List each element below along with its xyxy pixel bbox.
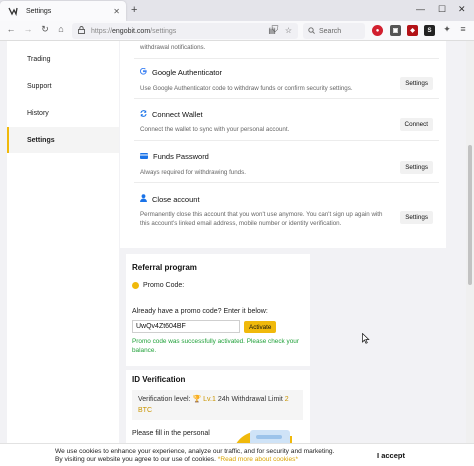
minimize-icon[interactable]: — — [416, 4, 425, 14]
promo-code-label: Promo Code: — [132, 282, 184, 289]
security-row-funds-password: Funds Password Always required for withd… — [134, 141, 439, 183]
lock-icon — [78, 26, 85, 36]
promo-code-input[interactable]: UwQv4Zt604BF — [132, 320, 240, 333]
sidebar-item-history[interactable]: History — [7, 100, 119, 126]
forward-icon[interactable]: → — [21, 24, 35, 34]
trophy-icon: 🏆 — [192, 396, 202, 403]
user-icon — [140, 194, 147, 204]
refresh-icon — [140, 110, 147, 119]
verification-level-box: Verification level: 🏆 Lv.1 24h Withdrawa… — [132, 390, 303, 420]
security-row-desc: Always required for withdrawing funds. — [140, 169, 246, 176]
connect-wallet-button[interactable]: Connect — [399, 118, 433, 131]
mouse-cursor-icon — [362, 333, 370, 344]
scroll-thumb[interactable] — [468, 145, 472, 285]
sidebar-item-label: Support — [27, 82, 52, 90]
referral-title: Referral program — [132, 263, 197, 272]
window-close-icon[interactable]: ✕ — [458, 4, 466, 15]
security-row-connect-wallet: Connect Wallet Connect the wallet to syn… — [134, 99, 439, 141]
adblock-extension-icon[interactable]: ● — [372, 25, 383, 36]
cookie-read-more-link[interactable]: *Read more about cookies* — [218, 456, 298, 463]
sidebar-item-label: History — [27, 109, 49, 117]
extension-icon[interactable]: ▣ — [390, 25, 401, 36]
url-bar[interactable]: https://engobit.com/settings ▤ ☆ — [72, 23, 298, 39]
security-row-title: Connect Wallet — [140, 110, 203, 119]
promo-success-message: Promo code was successfully activated. P… — [132, 338, 299, 354]
security-row-desc: Connect the wallet to sync with your per… — [140, 126, 290, 133]
sidebar-item-trading[interactable]: Trading — [7, 46, 119, 72]
google-icon — [139, 67, 147, 77]
url-text: https://engobit.com/settings — [91, 27, 177, 35]
security-settings-panel: withdrawal notifications. Google Authent… — [120, 41, 446, 248]
card-icon — [140, 152, 148, 161]
shield-icon[interactable]: ⛉ — [268, 24, 282, 35]
extensions-puzzle-icon[interactable]: ✦ — [440, 24, 454, 35]
security-row-title: Google Authenticator — [139, 67, 222, 77]
cookie-banner: We use cookies to enhance your experienc… — [0, 443, 474, 466]
site-favicon-icon — [8, 6, 18, 16]
maximize-icon[interactable]: ☐ — [438, 4, 446, 15]
sidebar-item-label: Trading — [27, 55, 51, 63]
coin-icon — [132, 282, 139, 289]
sidebar: Trading Support History Settings — [7, 41, 119, 466]
back-icon[interactable]: ← — [4, 24, 18, 34]
home-icon[interactable]: ⌂ — [54, 24, 68, 34]
close-account-settings-button[interactable]: Settings — [400, 211, 433, 224]
tab-title: Settings — [26, 7, 52, 15]
page-scrollbar[interactable] — [466, 41, 474, 466]
security-row-title: Close account — [140, 194, 200, 204]
search-bar[interactable]: Search — [303, 23, 365, 39]
cookie-text: We use cookies to enhance your experienc… — [55, 448, 335, 463]
bookmark-star-icon[interactable]: ☆ — [285, 26, 292, 35]
s-extension-icon[interactable]: S — [424, 25, 435, 36]
activate-button[interactable]: Activate — [244, 321, 277, 333]
page-content: Trading Support History Settings withdra… — [0, 41, 474, 466]
browser-tabbar: Settings ✕ + — ☐ ✕ — [0, 0, 474, 21]
referral-program-card: Referral program Promo Code: Already hav… — [126, 254, 310, 366]
menu-icon[interactable]: ≡ — [456, 24, 470, 34]
security-row-desc: withdrawal notifications. — [140, 44, 206, 51]
browser-toolbar: ← → ↻ ⌂ https://engobit.com/settings ▤ ☆… — [0, 21, 474, 41]
id-verification-title: ID Verification — [132, 375, 186, 384]
security-row-title: Funds Password — [140, 152, 209, 161]
sidebar-item-label: Settings — [27, 136, 55, 144]
google-authenticator-settings-button[interactable]: Settings — [400, 77, 433, 90]
id-fill-text: Please fill in the personal — [132, 430, 210, 437]
browser-tab[interactable]: Settings ✕ — [0, 1, 126, 21]
sidebar-item-support[interactable]: Support — [7, 73, 119, 99]
security-row-google-authenticator: Google Authenticator Use Google Authenti… — [134, 59, 439, 99]
sidebar-item-settings[interactable]: Settings — [7, 127, 119, 153]
promo-question: Already have a promo code? Enter it belo… — [132, 308, 268, 315]
accept-cookies-button[interactable]: I accept — [370, 447, 412, 463]
new-tab-icon[interactable]: + — [131, 4, 137, 16]
security-row-close-account: Close account Permanently close this acc… — [134, 183, 439, 249]
search-icon — [308, 26, 315, 36]
search-placeholder: Search — [319, 27, 342, 35]
verification-level: Lv.1 — [203, 396, 216, 403]
security-row-desc: Permanently close this account that you … — [140, 211, 383, 227]
security-row-email: withdrawal notifications. — [134, 41, 439, 59]
tab-close-icon[interactable]: ✕ — [113, 7, 120, 16]
funds-password-settings-button[interactable]: Settings — [400, 161, 433, 174]
reload-icon[interactable]: ↻ — [38, 24, 52, 35]
ublock-extension-icon[interactable]: ◆ — [407, 25, 418, 36]
security-row-desc: Use Google Authenticator code to withdra… — [140, 85, 353, 92]
